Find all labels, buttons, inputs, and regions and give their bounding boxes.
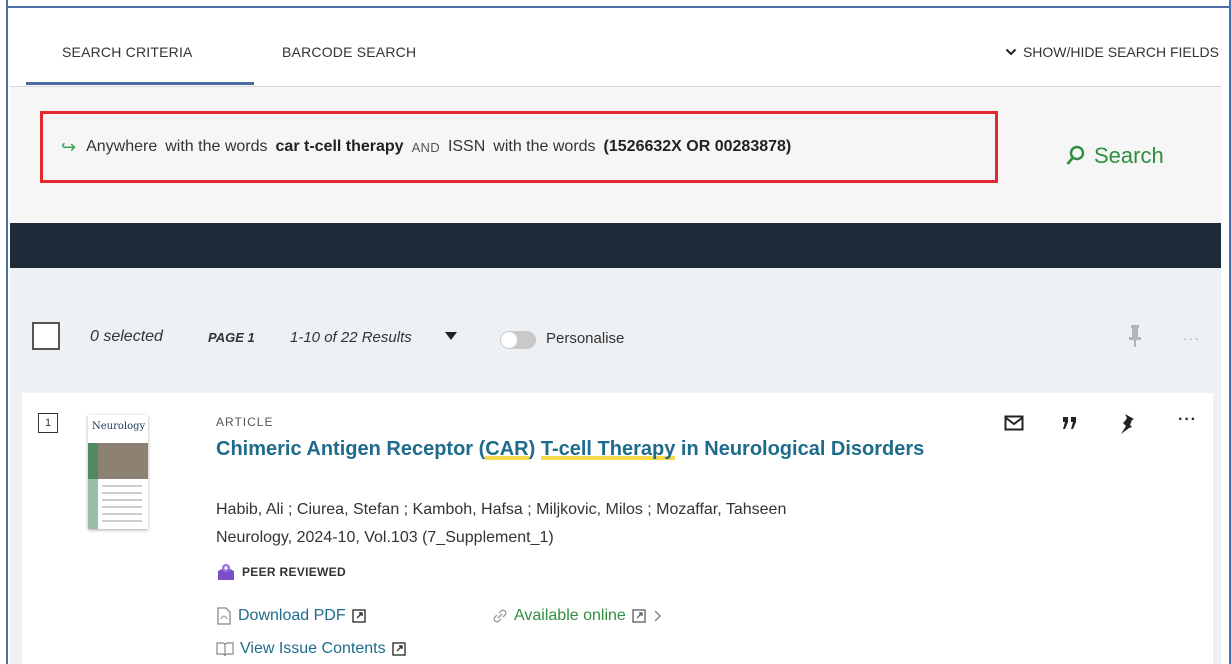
email-icon[interactable] (1004, 415, 1024, 431)
more-options-icon[interactable]: ··· (1183, 330, 1200, 346)
result-authors: Habib, Ali ; Ciurea, Stefan ; Kamboh, Ha… (216, 501, 787, 518)
thumbnail-light-bar (88, 479, 98, 529)
caret-down-icon[interactable] (445, 331, 457, 341)
search-query-area: ↪ Anywhere with the words car t-cell the… (10, 87, 1221, 223)
download-pdf-link[interactable]: Download PDF (216, 607, 366, 625)
peer-reviewed-badge: PEER REVIEWED (216, 562, 346, 582)
resource-type: ARTICLE (216, 415, 274, 429)
toggle-knob (501, 332, 517, 348)
pdf-file-icon (217, 607, 231, 625)
peer-reviewed-icon (218, 564, 234, 580)
tab-barcode-search[interactable]: BARCODE SEARCH (282, 44, 416, 60)
chevron-right-icon (654, 610, 661, 622)
query-term-2: (1526632X OR 00283878) (603, 138, 792, 155)
result-item: 1 Neurology ARTICLE Chimeric Antigen Rec… (22, 393, 1213, 664)
peer-reviewed-label: PEER REVIEWED (242, 565, 346, 579)
search-button[interactable]: Search (1066, 143, 1164, 169)
search-tabs-bar: SEARCH CRITERIA BARCODE SEARCH SHOW/HIDE… (10, 10, 1221, 87)
chevron-down-icon (1005, 48, 1017, 56)
personalise-toggle[interactable] (500, 331, 536, 349)
pin-icon[interactable] (1128, 324, 1142, 348)
journal-cover-thumbnail[interactable]: Neurology (88, 415, 148, 529)
header-band (10, 223, 1221, 268)
pin-icon[interactable] (1118, 413, 1136, 435)
thumbnail-text-lines (102, 485, 142, 527)
external-link-icon (391, 642, 406, 656)
view-issue-label: View Issue Contents (240, 640, 386, 657)
title-part: ) (528, 438, 541, 460)
external-link-icon (351, 609, 366, 623)
title-part: Chimeric Antigen Receptor ( (216, 438, 486, 460)
arrow-right-icon: ↪ (61, 136, 77, 157)
query-with-2: with the words (493, 138, 596, 155)
title-highlight: CAR (485, 438, 529, 460)
query-term-1: car t-cell therapy (275, 138, 404, 155)
result-title-link[interactable]: Chimeric Antigen Receptor (CAR) T-cell T… (216, 435, 936, 464)
result-number: 1 (38, 413, 58, 433)
select-all-checkbox[interactable] (32, 322, 60, 350)
external-link-icon (632, 609, 646, 623)
query-summary[interactable]: ↪ Anywhere with the words car t-cell the… (40, 111, 998, 183)
result-source: Neurology, 2024-10, Vol.103 (7_Supplemen… (216, 529, 554, 546)
show-hide-label: SHOW/HIDE SEARCH FIELDS (1022, 44, 1219, 60)
thumbnail-green-bar (88, 443, 98, 479)
page-label: PAGE 1 (208, 330, 255, 345)
available-online-label: Available online (514, 607, 626, 624)
book-open-icon (216, 642, 234, 657)
title-part: in Neurological Disorders (675, 438, 925, 460)
query-with-1: with the words (165, 138, 268, 155)
query-field-1: Anywhere (86, 138, 158, 155)
view-issue-contents-link[interactable]: View Issue Contents (216, 640, 406, 658)
show-hide-search-fields-button[interactable]: SHOW/HIDE SEARCH FIELDS (1005, 44, 1219, 60)
results-range-dropdown[interactable]: 1-10 of 22 Results (290, 329, 412, 346)
query-operator: AND (411, 139, 440, 155)
window-frame-left (0, 0, 8, 664)
thumbnail-journal-name: Neurology (92, 421, 146, 432)
citation-icon[interactable] (1062, 417, 1078, 429)
search-button-label: Search (1094, 143, 1164, 168)
available-online-link[interactable]: Available online (492, 607, 662, 625)
more-actions-icon[interactable]: ··· (1178, 411, 1197, 429)
window-frame-top (0, 0, 1231, 8)
active-tab-indicator (26, 82, 254, 85)
tab-search-criteria[interactable]: SEARCH CRITERIA (62, 44, 193, 60)
query-field-2: ISSN (447, 138, 486, 155)
personalise-label: Personalise (546, 330, 625, 347)
selected-count: 0 selected (90, 328, 163, 345)
link-icon (493, 609, 507, 623)
search-icon (1066, 145, 1085, 165)
results-toolbar: 0 selected PAGE 1 1-10 of 22 Results Per… (10, 318, 1221, 364)
title-highlight: T-cell Therapy (540, 438, 676, 460)
download-pdf-label: Download PDF (238, 607, 346, 624)
